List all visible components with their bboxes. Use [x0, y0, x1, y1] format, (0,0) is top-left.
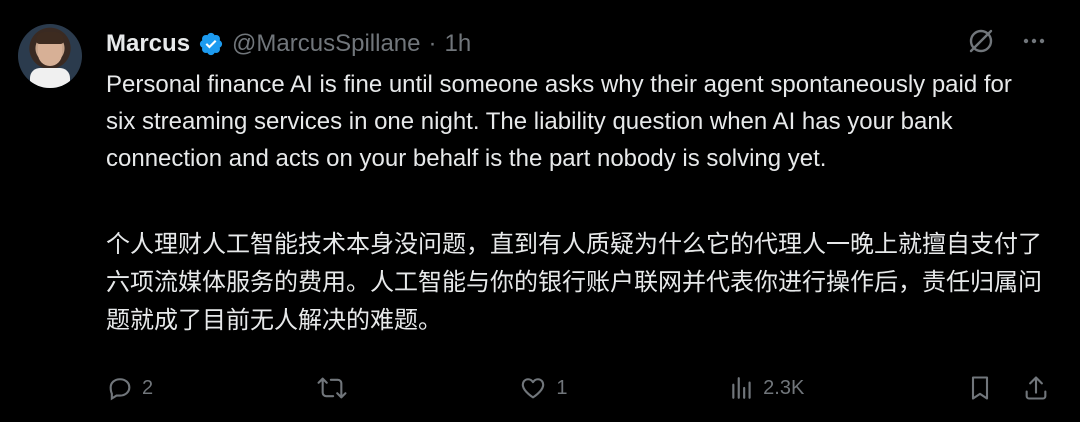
- bookmark-icon[interactable]: [966, 373, 994, 403]
- timestamp[interactable]: 1h: [444, 30, 471, 58]
- tweet-text-chinese: 个人理财人工智能技术本身没问题，直到有人质疑为什么它的代理人一晚上就擅自支付了六…: [106, 231, 1042, 334]
- retweet-button[interactable]: [315, 374, 357, 402]
- retweet-icon: [317, 377, 347, 399]
- tweet-top-actions: [966, 26, 1048, 56]
- avatar-shirt: [30, 68, 70, 88]
- share-icon[interactable]: [1022, 373, 1050, 403]
- verified-badge-icon[interactable]: [198, 31, 224, 57]
- more-icon[interactable]: [1020, 27, 1048, 55]
- tweet-header: Marcus @MarcusSpillane · 1h: [106, 28, 471, 60]
- views-icon: [732, 377, 751, 399]
- right-actions: [966, 373, 1050, 403]
- grok-icon[interactable]: [966, 26, 996, 56]
- view-count: 2.3K: [763, 376, 805, 399]
- author-handle[interactable]: @MarcusSpillane: [232, 30, 420, 58]
- views-button[interactable]: 2.3K: [729, 374, 804, 402]
- tweet-action-bar: 2 1 2.3K: [106, 370, 1050, 406]
- heart-icon: [522, 378, 545, 399]
- like-count: 1: [556, 376, 568, 399]
- avatar[interactable]: [18, 24, 82, 88]
- separator-dot: ·: [428, 30, 437, 57]
- tweet-text-english: Personal finance AI is fine until someon…: [106, 71, 1012, 172]
- tweet-card[interactable]: Marcus @MarcusSpillane · 1h Personal fin: [0, 0, 1080, 422]
- reply-count: 2: [142, 376, 154, 399]
- reply-icon: [109, 378, 131, 401]
- author-name[interactable]: Marcus: [106, 30, 190, 58]
- reply-button[interactable]: 2: [106, 374, 153, 402]
- like-button[interactable]: 1: [518, 374, 568, 402]
- avatar-hair: [36, 32, 64, 44]
